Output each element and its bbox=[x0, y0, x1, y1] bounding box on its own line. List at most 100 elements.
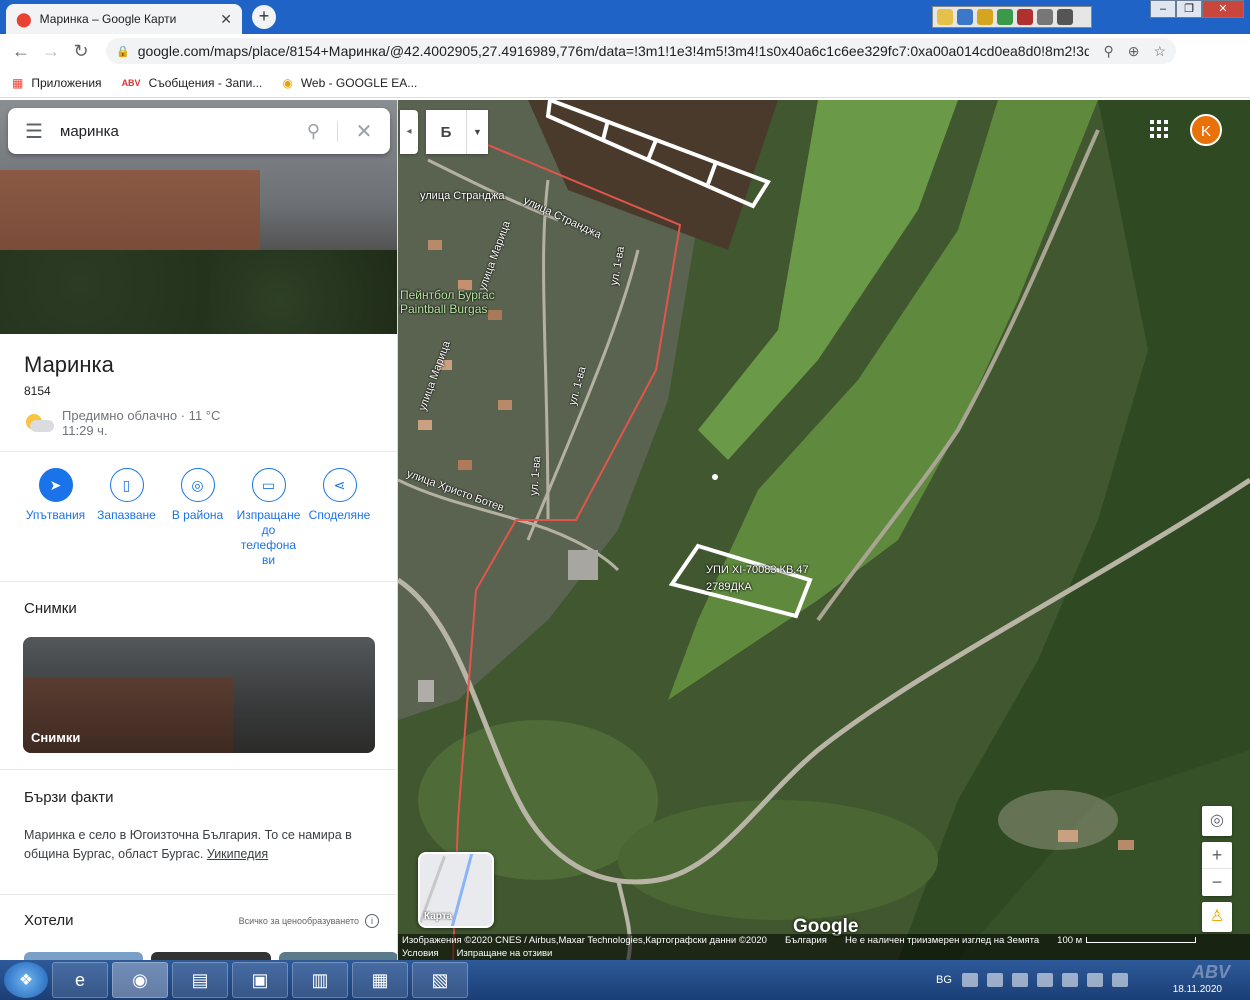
attribution-bar: Изображения ©2020 CNES / Airbus,Maxar Te… bbox=[398, 934, 1250, 960]
zoom-out-button[interactable]: − bbox=[1202, 869, 1232, 896]
minimize-button[interactable]: – bbox=[1150, 0, 1176, 18]
divider bbox=[0, 451, 397, 452]
system-tray: BG ABV 18.11.2020 bbox=[920, 960, 1250, 1000]
back-button[interactable]: ← bbox=[6, 41, 36, 62]
extension-icon[interactable] bbox=[997, 9, 1013, 25]
extension-icon[interactable] bbox=[937, 9, 953, 25]
nearby-button[interactable]: ◎ В района bbox=[162, 468, 233, 568]
omnibox[interactable]: 🔒 google.com/maps/place/8154+Маринка/@42… bbox=[106, 38, 1176, 64]
tray-icon[interactable] bbox=[1011, 973, 1028, 987]
place-sidebar: ☰ маринка ⚲ ✕ Маринка 8154 Предимно обла… bbox=[0, 100, 398, 960]
close-tab-icon[interactable]: ✕ bbox=[220, 11, 232, 28]
map-controls: ◎ + − ♙ bbox=[1202, 806, 1232, 938]
zoom-in-button[interactable]: + bbox=[1202, 842, 1232, 869]
terms-link[interactable]: Условия bbox=[402, 947, 439, 960]
map-type-label: Карта bbox=[424, 911, 453, 922]
plot-label: УПИ XI-70083 КВ.47 bbox=[706, 564, 809, 576]
new-tab-button[interactable]: + bbox=[252, 5, 276, 29]
feedback-link[interactable]: Изпращане на отзиви bbox=[457, 947, 553, 960]
tray-icon[interactable] bbox=[961, 973, 978, 987]
no3d-notice: Не е наличен триизмерен изглед на Земята bbox=[844, 935, 1040, 946]
apps-grid-icon: ▦ bbox=[12, 75, 24, 90]
volume-icon[interactable] bbox=[1086, 973, 1103, 987]
nearby-icon: ◎ bbox=[180, 468, 215, 502]
search-input[interactable]: маринка bbox=[60, 123, 290, 140]
extension-icon[interactable] bbox=[1037, 9, 1053, 25]
maximize-button[interactable]: ❐ bbox=[1176, 0, 1202, 18]
winrar-taskbar-icon[interactable]: ▥ bbox=[292, 962, 348, 998]
bookmark-icon: ▯ bbox=[109, 468, 144, 502]
poi-label[interactable]: Paintball Burgas bbox=[400, 302, 487, 316]
info-icon[interactable]: i bbox=[365, 914, 379, 928]
extension-icon[interactable] bbox=[1017, 9, 1033, 25]
network-icon[interactable] bbox=[1111, 973, 1128, 987]
menu-icon[interactable]: ☰ bbox=[8, 119, 60, 144]
add-icon[interactable]: ⊕ bbox=[1128, 43, 1140, 60]
wikipedia-link[interactable]: Уикипедия bbox=[207, 847, 268, 861]
scale-text: 100 м bbox=[1057, 935, 1083, 946]
layer-label[interactable]: Б bbox=[426, 124, 466, 141]
photos-label: Снимки bbox=[31, 730, 81, 745]
street-label: улица Странджа bbox=[420, 190, 505, 202]
country-link[interactable]: България bbox=[785, 934, 827, 947]
clear-search-icon[interactable]: ✕ bbox=[338, 119, 390, 144]
bookmark-label: Съобщения - Запи... bbox=[148, 75, 263, 90]
close-window-button[interactable]: ✕ bbox=[1202, 0, 1244, 18]
bookmark-apps[interactable]: ▦ Приложения bbox=[12, 76, 102, 90]
phone-icon: ▭ bbox=[251, 468, 286, 502]
hotel-thumbnail[interactable] bbox=[278, 952, 397, 960]
tray-icon[interactable] bbox=[1061, 973, 1078, 987]
location-icon[interactable]: ⚲ bbox=[1103, 43, 1113, 60]
flag-icon[interactable] bbox=[986, 973, 1003, 987]
search-box: ☰ маринка ⚲ ✕ bbox=[8, 108, 390, 154]
send-to-phone-button[interactable]: ▭ Изпращане до телефона ви bbox=[233, 468, 304, 568]
my-location-button[interactable]: ◎ bbox=[1202, 806, 1232, 836]
forward-button[interactable]: → bbox=[36, 41, 66, 62]
chevron-down-icon[interactable]: ▼ bbox=[466, 110, 488, 154]
tab-title: Маринка – Google Карти bbox=[39, 12, 177, 26]
map-type-toggle[interactable]: Карта bbox=[418, 852, 494, 928]
collapse-panel-button[interactable]: ◂ bbox=[400, 110, 418, 154]
tray-icon[interactable] bbox=[1036, 973, 1053, 987]
url-text[interactable]: google.com/maps/place/8154+Маринка/@42.4… bbox=[138, 43, 1090, 59]
start-button[interactable]: ❖ bbox=[4, 962, 48, 998]
abv-icon: ABV bbox=[121, 77, 141, 88]
hotels-header: Хотели Всичко за ценообразуването i bbox=[24, 912, 379, 929]
layer-switcher[interactable]: Б ▼ bbox=[426, 110, 488, 154]
action-label: Споделяне bbox=[308, 508, 371, 522]
satellite-map[interactable]: улица Странджа улица Странджа улица Мари… bbox=[398, 100, 1250, 960]
scale-label[interactable]: 100 м bbox=[1057, 934, 1214, 947]
hotel-thumbnail[interactable] bbox=[24, 952, 144, 960]
globe-icon[interactable] bbox=[957, 9, 973, 25]
browser-tab[interactable]: ⬤ Маринка – Google Карти ✕ bbox=[6, 4, 242, 34]
account-avatar[interactable]: K bbox=[1190, 114, 1222, 146]
paint-taskbar-icon[interactable]: ▧ bbox=[412, 962, 468, 998]
ie-taskbar-icon[interactable]: e bbox=[52, 962, 108, 998]
hotel-thumbnail[interactable] bbox=[151, 952, 271, 960]
postcode: 8154 bbox=[24, 384, 51, 398]
pegman-icon[interactable]: ♙ bbox=[1202, 902, 1232, 932]
extension-icon[interactable] bbox=[977, 9, 993, 25]
photos-thumbnail[interactable]: Снимки bbox=[23, 637, 375, 753]
app-taskbar-icon[interactable]: ▦ bbox=[352, 962, 408, 998]
extension-icon[interactable] bbox=[1057, 9, 1073, 25]
clock-date[interactable]: 18.11.2020 bbox=[1173, 984, 1222, 995]
poi-label[interactable]: Пейнтбол Бургас bbox=[400, 288, 495, 302]
chrome-taskbar-icon[interactable]: ◉ bbox=[112, 962, 168, 998]
lock-icon[interactable]: 🔒 bbox=[116, 45, 130, 58]
bookmark-messages[interactable]: ABV Съобщения - Запи... bbox=[122, 76, 263, 90]
search-icon[interactable]: ⚲ bbox=[290, 120, 338, 142]
save-button[interactable]: ▯ Запазване bbox=[91, 468, 162, 568]
star-icon[interactable]: ☆ bbox=[1153, 43, 1166, 60]
pricing-link[interactable]: Всичко за ценообразуването bbox=[239, 916, 359, 926]
action-label: Изпращане до телефона ви bbox=[236, 508, 301, 567]
explorer-taskbar-icon[interactable]: ▣ bbox=[232, 962, 288, 998]
directions-button[interactable]: ➤ Упътвания bbox=[20, 468, 91, 568]
folder-taskbar-icon[interactable]: ▤ bbox=[172, 962, 228, 998]
language-indicator[interactable]: BG bbox=[936, 974, 952, 986]
pricing-info[interactable]: Всичко за ценообразуването i bbox=[239, 913, 379, 928]
reload-button[interactable]: ↻ bbox=[66, 41, 96, 62]
apps-grid-icon[interactable] bbox=[1150, 120, 1168, 138]
bookmark-web[interactable]: ◉ Web - GOOGLE EA... bbox=[282, 76, 417, 90]
share-button[interactable]: ⋖ Споделяне bbox=[304, 468, 375, 568]
